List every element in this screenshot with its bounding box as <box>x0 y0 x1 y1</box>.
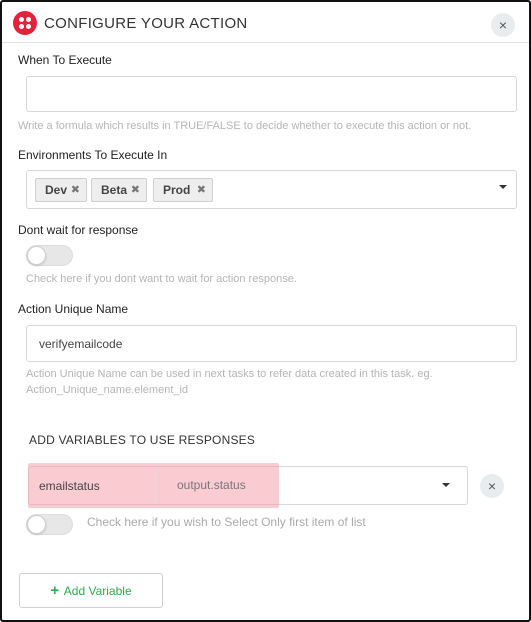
unique-name-label: Action Unique Name <box>18 302 129 316</box>
env-chip-dev: Dev ✖ <box>35 178 87 202</box>
add-variable-button[interactable]: + Add Variable <box>19 573 163 608</box>
environments-label: Environments To Execute In <box>18 148 168 162</box>
dont-wait-toggle[interactable] <box>26 245 73 266</box>
unique-name-help-line-1: Action Unique Name can be used in next t… <box>26 368 433 380</box>
variable-path-select[interactable]: output.status <box>177 478 246 492</box>
unique-name-input[interactable]: verifyemailcode <box>26 325 517 362</box>
env-chip-prod: Prod ✖ <box>153 178 213 202</box>
dont-wait-help: Check here if you dont want to wait for … <box>26 273 297 285</box>
remove-beta-icon[interactable]: ✖ <box>131 179 140 201</box>
when-to-execute-help: Write a formula which results in TRUE/FA… <box>18 120 472 132</box>
variable-divider <box>159 467 160 504</box>
when-to-execute-label: When To Execute <box>18 53 112 67</box>
twilio-logo-icon <box>13 11 37 35</box>
remove-variable-icon[interactable]: × <box>480 474 504 498</box>
when-to-execute-input[interactable] <box>26 76 517 112</box>
dialog-title: CONFIGURE YOUR ACTION <box>44 15 248 32</box>
variable-name-input[interactable]: emailstatus <box>39 479 100 493</box>
unique-name-help-line-2: Action_Unique_name.element_id <box>26 384 189 396</box>
plus-icon: + <box>50 582 60 599</box>
chevron-down-icon[interactable] <box>499 185 507 189</box>
first-item-toggle[interactable] <box>26 514 73 535</box>
toggle-knob <box>27 246 46 265</box>
remove-dev-icon[interactable]: ✖ <box>71 179 80 201</box>
dont-wait-label: Dont wait for response <box>18 223 139 237</box>
add-variable-label: Add Variable <box>63 584 132 598</box>
dialog-header: CONFIGURE YOUR ACTION × <box>2 2 529 43</box>
remove-prod-icon[interactable]: ✖ <box>197 179 206 201</box>
variables-section-title: ADD VARIABLES TO USE RESPONSES <box>29 433 256 447</box>
chevron-down-icon[interactable] <box>442 483 450 487</box>
env-chip-beta: Beta ✖ <box>91 178 147 202</box>
toggle-knob <box>27 515 46 534</box>
environments-select[interactable]: Dev ✖ Beta ✖ Prod ✖ <box>26 170 517 209</box>
configure-action-dialog: CONFIGURE YOUR ACTION × When To Execute … <box>0 0 531 622</box>
close-icon[interactable]: × <box>491 13 515 37</box>
first-item-label: Check here if you wish to Select Only fi… <box>87 515 366 529</box>
